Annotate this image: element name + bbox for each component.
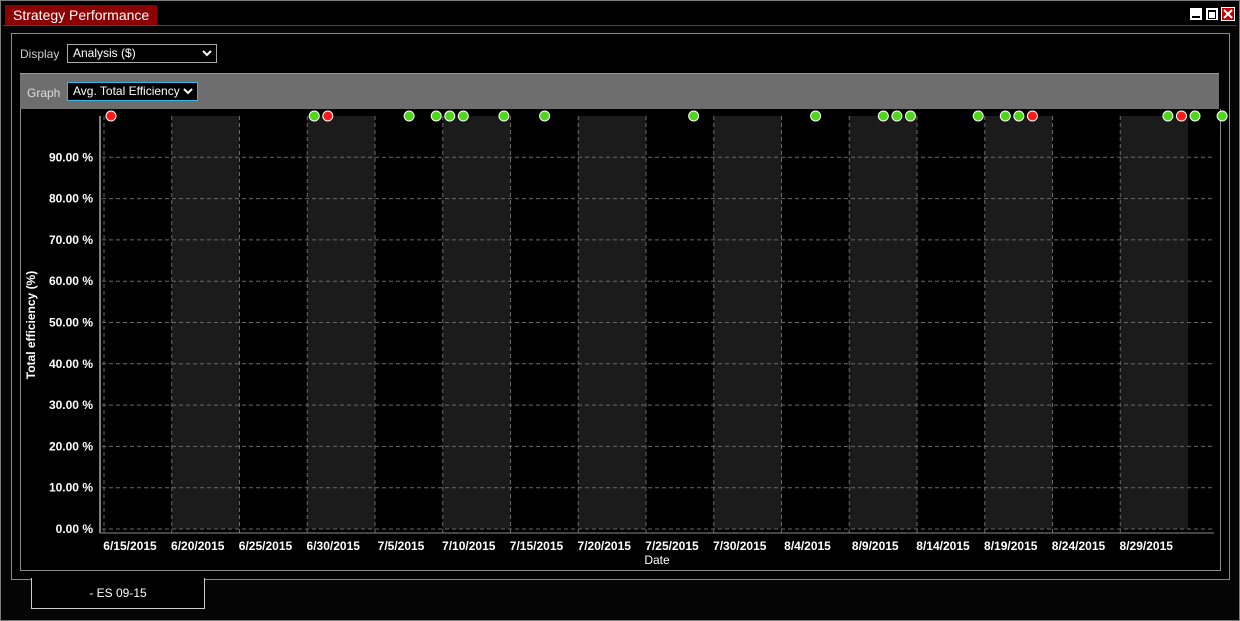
graph-label: Graph [27, 86, 61, 100]
instrument-tab[interactable]: - ES 09-15 [31, 578, 205, 609]
graph-select[interactable]: Avg. Total Efficiency [67, 82, 198, 101]
chevron-down-icon [202, 45, 212, 68]
graph-select-value: Avg. Total Efficiency [73, 84, 180, 98]
instrument-tab-label: - ES 09-15 [89, 586, 147, 600]
close-button[interactable] [1221, 7, 1235, 21]
title-bar: Strategy Performance [3, 3, 1237, 26]
minimize-button[interactable] [1189, 7, 1203, 21]
graph-toolbar [20, 73, 1219, 110]
display-select[interactable]: Analysis ($) [67, 44, 217, 63]
display-select-value: Analysis ($) [73, 46, 136, 60]
display-label: Display [20, 47, 60, 61]
chevron-down-icon [183, 83, 193, 106]
maximize-button[interactable] [1205, 7, 1219, 21]
close-icon [1223, 9, 1233, 19]
chart-area [20, 109, 1221, 571]
window-title: Strategy Performance [5, 5, 158, 25]
